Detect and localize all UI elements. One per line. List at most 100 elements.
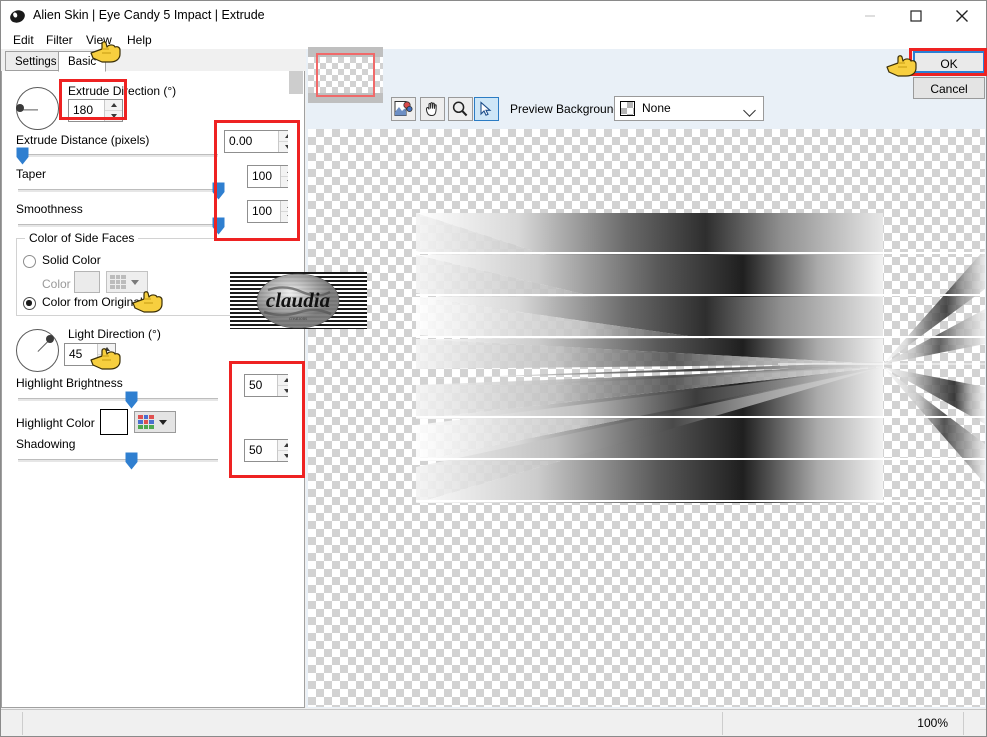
maximize-icon [910, 10, 922, 22]
close-icon [956, 10, 968, 22]
checkerboard-icon [620, 101, 635, 116]
taper-slider[interactable] [18, 182, 225, 200]
navigator-viewport-rect[interactable] [316, 53, 375, 97]
panel-scrollbar[interactable] [288, 71, 304, 707]
shadowing-slider[interactable] [18, 452, 218, 470]
maximize-button[interactable] [893, 1, 939, 31]
side-color-swatch[interactable] [74, 271, 100, 293]
highlight-brightness-value: 50 [249, 378, 263, 392]
chevron-down-icon [743, 104, 756, 117]
light-direction-label: Light Direction (°) [68, 327, 161, 341]
chevron-down-icon [159, 419, 167, 425]
settings-panel: Extrude Direction (°) 180 Extrude Distan… [1, 71, 305, 708]
tab-basic[interactable]: Basic [58, 51, 107, 72]
ok-button[interactable]: OK [913, 51, 985, 73]
radio-solid-color[interactable] [23, 255, 36, 268]
menu-bar: Edit Filter View Help [1, 31, 986, 49]
watermark-text: claudia [266, 288, 330, 312]
spin-down-button[interactable] [105, 111, 122, 121]
slider-track [18, 154, 218, 157]
claudia-watermark: claudia creations [230, 272, 367, 329]
spin-up-button[interactable] [105, 100, 122, 111]
palette-grid-icon [110, 275, 126, 289]
light-direction-value: 45 [69, 347, 83, 361]
extrude-distance-value: 0.00 [229, 134, 253, 148]
cancel-button[interactable]: Cancel [913, 77, 985, 99]
palette-grid-icon [138, 415, 154, 429]
extrude-render [416, 213, 985, 503]
preview-background-label: Preview Background: [510, 102, 624, 116]
tab-strip: Settings Basic [1, 51, 305, 72]
extrude-dialog-window: Alien Skin | Eye Candy 5 Impact | Extrud… [0, 0, 987, 737]
slider-track [18, 224, 218, 227]
image-sampler-icon [394, 101, 413, 116]
highlight-color-label: Highlight Color [16, 416, 95, 430]
menu-help[interactable]: Help [123, 32, 156, 48]
shadowing-value: 50 [249, 443, 263, 457]
extrude-distance-spinbox[interactable]: 0.00 [224, 130, 297, 153]
shadowing-label: Shadowing [16, 437, 76, 451]
taper-label: Taper [16, 167, 47, 181]
chevron-down-icon [131, 279, 139, 285]
status-cell-1 [3, 712, 23, 735]
preview-background-dropdown[interactable]: None [614, 96, 764, 121]
navigator-thumbnail[interactable] [308, 47, 383, 103]
extrude-distance-label: Extrude Distance (pixels) [16, 133, 150, 147]
dial-knob [46, 335, 54, 343]
status-cell-2 [23, 712, 723, 735]
highlight-color-swatch[interactable] [100, 409, 128, 435]
menu-filter[interactable]: Filter [42, 32, 77, 48]
window-title: Alien Skin | Eye Candy 5 Impact | Extrud… [33, 8, 265, 22]
extrude-direction-label: Extrude Direction (°) [68, 84, 177, 98]
extrude-direction-dial[interactable] [16, 87, 59, 130]
alienskin-icon [10, 10, 25, 23]
magnifier-icon [452, 101, 468, 117]
slider-thumb[interactable] [125, 391, 138, 409]
slider-thumb[interactable] [212, 217, 225, 235]
arrow-pointer-icon [480, 101, 492, 116]
hand-pan-tool[interactable] [420, 97, 445, 121]
title-bar: Alien Skin | Eye Candy 5 Impact | Extrud… [1, 1, 986, 31]
extrude-direction-spinbox[interactable]: 180 [68, 99, 123, 122]
highlight-color-palette-button[interactable] [134, 411, 176, 433]
hand-icon [425, 102, 437, 117]
smoothness-value: 100 [252, 204, 273, 218]
spin-up-button[interactable] [98, 344, 115, 355]
scrollbar-thumb[interactable] [289, 71, 303, 94]
radio-color-from-original[interactable] [23, 297, 36, 310]
side-faces-group-title: Color of Side Faces [25, 231, 139, 245]
slider-track [18, 459, 218, 462]
slider-track [18, 189, 218, 192]
spin-down-button[interactable] [98, 355, 115, 365]
color-from-original-label: Color from Original [42, 295, 143, 309]
spin-arrows[interactable] [104, 100, 122, 121]
highlight-brightness-slider[interactable] [18, 391, 218, 409]
menu-view[interactable]: View [82, 32, 116, 48]
taper-value: 100 [252, 169, 273, 183]
zoom-tool[interactable] [448, 97, 473, 121]
slider-track [18, 398, 218, 401]
slider-thumb[interactable] [16, 147, 29, 165]
pointer-tool[interactable] [474, 97, 499, 121]
status-bar: 100% [1, 709, 986, 736]
minimize-button[interactable] [847, 1, 893, 31]
dial-knob [16, 104, 24, 112]
color-label: Color [42, 277, 71, 291]
smoothness-label: Smoothness [16, 202, 83, 216]
solid-color-label: Solid Color [42, 253, 101, 267]
light-direction-spinbox[interactable]: 45 [64, 343, 116, 366]
close-button[interactable] [939, 1, 985, 31]
preview-canvas[interactable] [308, 129, 985, 707]
svg-text:creations: creations [289, 317, 307, 322]
side-color-palette-button[interactable] [106, 271, 148, 293]
slider-thumb[interactable] [212, 182, 225, 200]
slider-thumb[interactable] [125, 452, 138, 470]
minimize-icon [865, 15, 875, 17]
image-sampler-tool[interactable] [391, 97, 416, 121]
spin-arrows[interactable] [97, 344, 115, 365]
light-direction-dial[interactable] [16, 329, 59, 372]
extrude-distance-slider[interactable] [16, 147, 218, 165]
menu-edit[interactable]: Edit [9, 32, 38, 48]
extrude-direction-value: 180 [73, 103, 94, 117]
preview-background-value: None [642, 101, 671, 115]
